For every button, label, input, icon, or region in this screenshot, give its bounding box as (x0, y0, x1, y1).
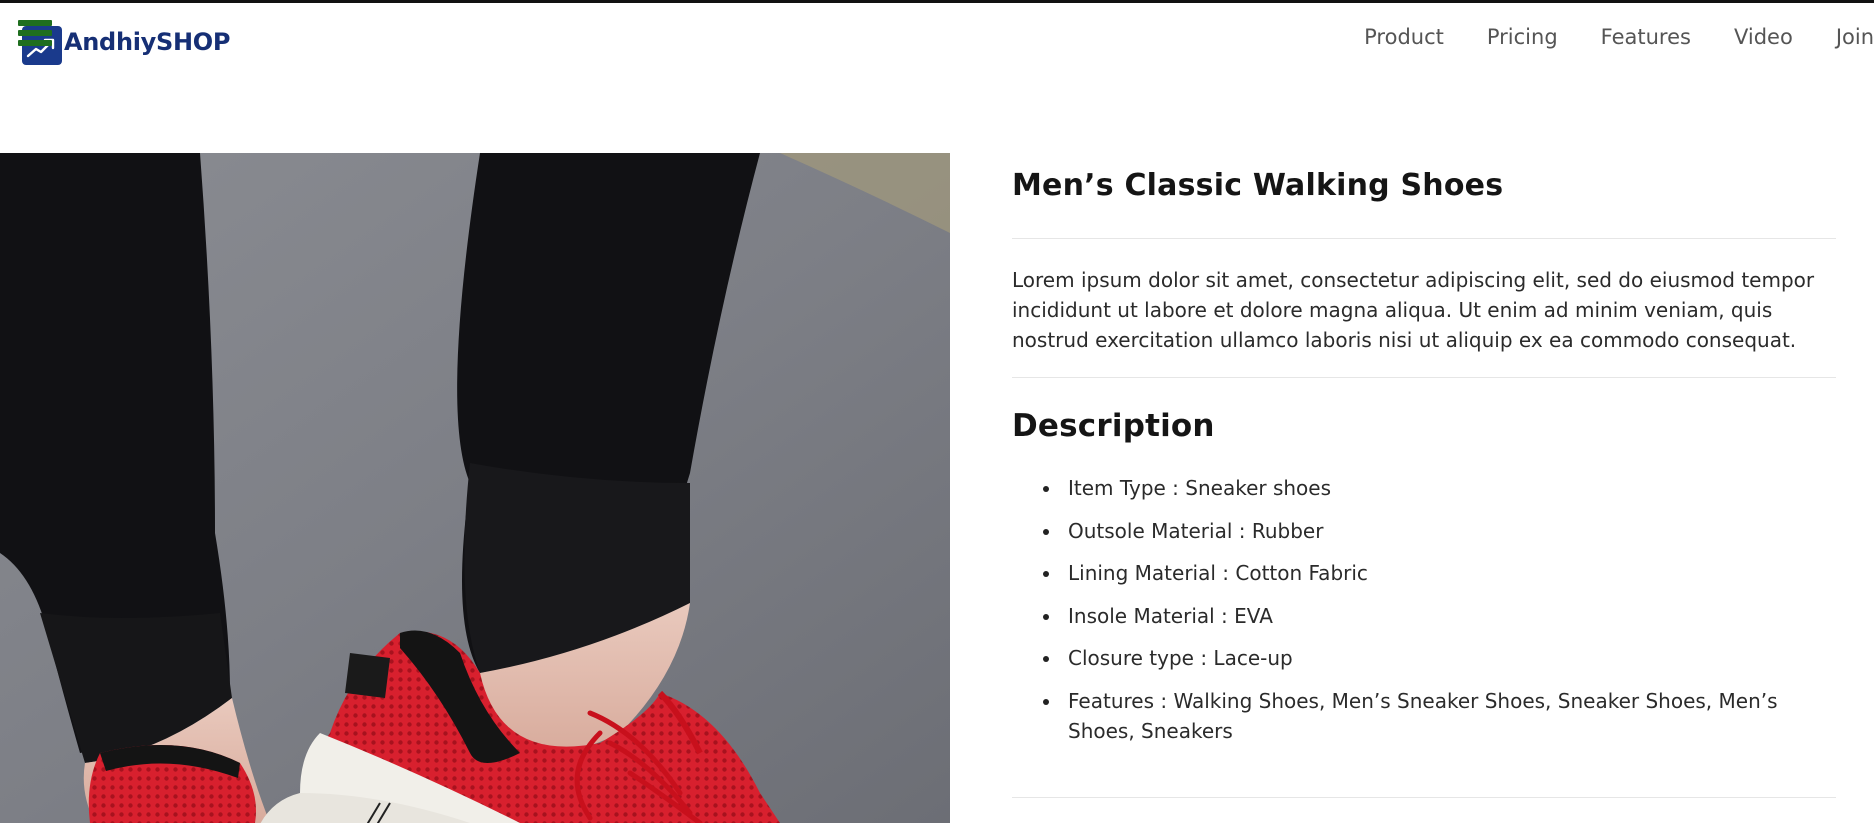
main-nav: Product Pricing Features Video Join (1364, 25, 1874, 49)
nav-item-video[interactable]: Video (1734, 25, 1793, 49)
divider (1012, 797, 1836, 798)
spec-item: Insole Material : EVA (1012, 601, 1836, 631)
logo-mark (18, 20, 62, 65)
nav-item-join[interactable]: Join (1836, 25, 1874, 49)
bullet-icon (1043, 571, 1049, 577)
brand-logo[interactable]: AndhiySHOP (18, 20, 231, 65)
nav-item-pricing[interactable]: Pricing (1487, 25, 1558, 49)
bullet-icon (1043, 528, 1049, 535)
brand-name: AndhiySHOP (64, 28, 231, 56)
spec-item: Outsole Material : Rubber (1012, 516, 1836, 546)
spec-item-text: Outsole Material : Rubber (1068, 518, 1324, 543)
hamburger-menu-icon[interactable] (18, 20, 52, 48)
spec-item-text: Insole Material : EVA (1068, 603, 1273, 628)
spec-item-text: Lining Material : Cotton Fabric (1068, 561, 1368, 585)
spec-item: Features : Walking Shoes, Men’s Sneaker … (1012, 686, 1836, 746)
nav-item-features[interactable]: Features (1601, 25, 1691, 49)
bullet-icon (1043, 486, 1049, 492)
spec-item: Closure type : Lace-up (1012, 643, 1836, 673)
divider (1012, 238, 1836, 239)
spec-item: Lining Material : Cotton Fabric (1012, 558, 1836, 588)
nav-item-product[interactable]: Product (1364, 25, 1444, 49)
bullet-icon (1043, 613, 1049, 620)
divider (1012, 377, 1836, 378)
bullet-icon (1043, 698, 1049, 705)
spec-item-text: Closure type : Lace-up (1068, 646, 1293, 670)
product-info: Men’s Classic Walking Shoes Lorem ipsum … (1012, 153, 1836, 798)
spec-item: Item Type : Sneaker shoes (1012, 473, 1836, 503)
description-heading: Description (1012, 408, 1215, 444)
bullet-icon (1043, 656, 1049, 662)
spec-item-text: Item Type : Sneaker shoes (1068, 476, 1332, 500)
sneaker-photo (0, 153, 950, 823)
product-title: Men’s Classic Walking Shoes (1012, 168, 1504, 203)
site-header: AndhiySHOP Product Pricing Features Vide… (0, 3, 1874, 83)
product-image (0, 153, 950, 823)
spec-list: Item Type : Sneaker shoes Outsole Materi… (1012, 473, 1836, 746)
product-summary: Lorem ipsum dolor sit amet, consectetur … (1012, 268, 1815, 352)
spec-item-text: Features : Walking Shoes, Men’s Sneaker … (1068, 688, 1778, 743)
